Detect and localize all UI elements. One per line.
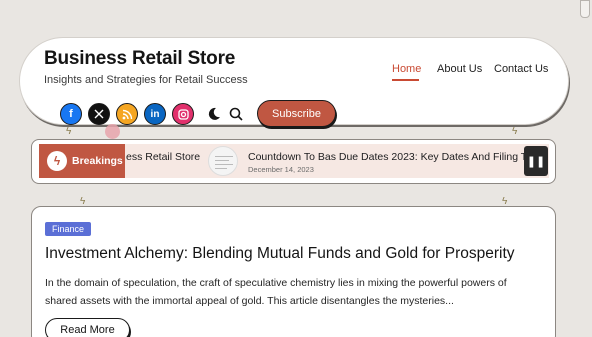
decorative-bolt-icon: ϟ xyxy=(512,126,518,137)
facebook-icon[interactable]: f xyxy=(60,103,82,125)
nav-item-label: About Us xyxy=(437,63,483,75)
ticker-date: December 14, 2023 xyxy=(248,165,314,174)
read-more-button[interactable]: Read More xyxy=(45,318,130,337)
nav-item-label: Home xyxy=(392,63,422,75)
nav-item-home[interactable]: Home xyxy=(392,63,422,81)
facebook-glyph: f xyxy=(69,108,73,120)
pause-button[interactable]: ❚❚ xyxy=(524,146,548,176)
active-nav-underline xyxy=(392,79,419,81)
ticker-headline[interactable]: Countdown To Bas Due Dates 2023: Key Dat… xyxy=(248,151,540,163)
nav-item-about-us[interactable]: About Us xyxy=(437,63,482,75)
moon-icon[interactable] xyxy=(206,106,222,122)
rss-glyph xyxy=(122,109,132,119)
category-badge[interactable]: Finance xyxy=(45,222,92,236)
search-icon[interactable] xyxy=(228,106,244,122)
ticker-previous-item[interactable]: ess Retail Store xyxy=(126,151,200,163)
nav-item-contact-us[interactable]: Contact Us xyxy=(494,63,548,75)
x-icon[interactable] xyxy=(88,103,110,125)
linkedin-icon[interactable]: in xyxy=(144,103,166,125)
post-excerpt: In the domain of speculation, the craft … xyxy=(45,277,507,307)
post-title[interactable]: Investment Alchemy: Blending Mutual Fund… xyxy=(45,245,515,263)
site-title[interactable]: Business Retail Store xyxy=(44,48,235,70)
breakings-text: Breakings xyxy=(72,155,123,167)
lightning-icon: ϟ xyxy=(47,151,67,171)
breakings-label: ϟ Breakings xyxy=(39,144,125,178)
site-tagline: Insights and Strategies for Retail Succe… xyxy=(44,74,248,86)
instagram-icon[interactable] xyxy=(172,103,194,125)
ticker-thumbnail[interactable] xyxy=(208,146,238,176)
x-glyph xyxy=(94,109,104,119)
cursor-dot xyxy=(105,124,120,139)
rss-icon[interactable] xyxy=(116,103,138,125)
decorative-bolt-icon: ϟ xyxy=(66,126,72,137)
scrollbar[interactable] xyxy=(580,0,590,18)
subscribe-button[interactable]: Subscribe xyxy=(257,100,336,127)
nav-item-label: Contact Us xyxy=(494,63,549,75)
linkedin-glyph: in xyxy=(150,108,160,120)
pause-icon: ❚❚ xyxy=(526,155,546,168)
instagram-glyph xyxy=(177,108,189,120)
